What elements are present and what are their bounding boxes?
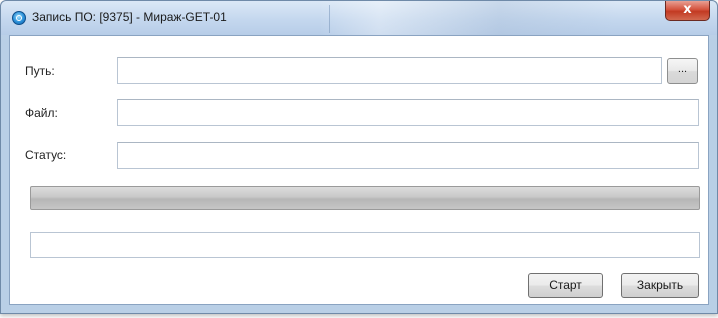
close-icon[interactable]: x bbox=[665, 1, 710, 21]
window-title: Запись ПО: [9375] - Мираж-GET-01 bbox=[32, 10, 227, 24]
glass-background bbox=[319, 1, 619, 35]
title-bar[interactable]: Запись ПО: [9375] - Мираж-GET-01 x bbox=[1, 1, 717, 35]
start-button[interactable]: Старт bbox=[528, 273, 603, 298]
glass-background-line bbox=[329, 5, 330, 33]
desktop: Запись ПО: [9375] - Мираж-GET-01 x Путь:… bbox=[0, 0, 718, 318]
dialog-body: Путь: ... Файл: Статус: Старт Закрыть bbox=[9, 35, 709, 305]
progress-bar bbox=[30, 186, 700, 210]
firmware-write-window: Запись ПО: [9375] - Мираж-GET-01 x Путь:… bbox=[0, 0, 718, 314]
log-field[interactable] bbox=[30, 232, 700, 258]
browse-button[interactable]: ... bbox=[667, 58, 698, 84]
file-label: Файл: bbox=[25, 106, 58, 120]
app-icon bbox=[12, 11, 26, 25]
close-button[interactable]: Закрыть bbox=[621, 273, 699, 298]
file-input[interactable] bbox=[117, 99, 699, 126]
status-label: Статус: bbox=[25, 148, 67, 162]
status-input[interactable] bbox=[117, 142, 699, 169]
path-input[interactable] bbox=[117, 57, 662, 84]
path-label: Путь: bbox=[25, 64, 55, 78]
